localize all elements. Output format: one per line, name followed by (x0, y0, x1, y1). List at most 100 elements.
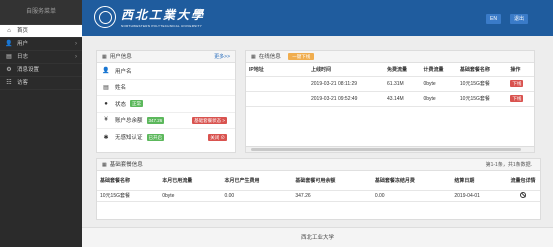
panel-header: ▦ 在线信息 一键下线 (246, 51, 534, 63)
sidebar-item-visitor[interactable]: ☷ 访客 (0, 77, 82, 90)
noauth-row: ✱ 无感知认证 已开启 关闭 ⊘ (97, 129, 235, 146)
package-status-button[interactable]: 基础套餐状态 > (192, 116, 227, 124)
ip-cell (246, 91, 308, 107)
visitor-icon: ☷ (6, 80, 12, 86)
col-header: 流量包详情 (506, 171, 540, 191)
university-logo: 西北工業大學 NORTHWESTERN POLYTECHNICAL UNIVER… (94, 6, 205, 28)
info-icon: ● (104, 100, 108, 107)
panel-header: ▦ 用户信息 更多>> (97, 51, 235, 63)
asterisk-icon: ✱ (103, 134, 109, 141)
header: 西北工業大學 NORTHWESTERN POLYTECHNICAL UNIVER… (82, 0, 553, 36)
kick-offline-button[interactable]: 下线 (510, 95, 524, 102)
balance-badge: 347.26 (146, 116, 165, 124)
package-cell: 10元15G套餐 (456, 91, 508, 107)
sidebar-item-home[interactable]: ⌂ 首页 (0, 25, 82, 38)
table-header-row: 基础套餐名称 本月已用流量 本月已产生费用 基础套餐可用余额 基础套餐冻结月费 … (97, 171, 540, 191)
col-header: 基础套餐可用余额 (292, 171, 372, 191)
panel-title: 用户信息 (109, 54, 132, 60)
logout-all-button[interactable]: 一键下线 (288, 53, 315, 60)
frozen-cell: 0.00 (371, 190, 452, 202)
table-row: 2019-03-21 09:52:49 43.14M 0byte 10元15G套… (246, 91, 534, 107)
sidebar-title: 自服务菜单 (0, 0, 82, 25)
col-header: 操作 (507, 63, 534, 77)
table-row: 2019-03-21 08:11:29 61.31M 0byte 10元15G套… (246, 76, 534, 92)
sidebar-item-label: 日志 (17, 54, 29, 60)
user-icon: 👤 (102, 68, 110, 75)
more-link[interactable]: 更多>> (214, 51, 230, 63)
list-icon: ▤ (103, 84, 109, 91)
logo-subtitle: NORTHWESTERN POLYTECHNICAL UNIVERSITY (121, 24, 203, 28)
username-row: 👤 用户名 (97, 63, 235, 80)
col-header: 基础套餐名称 (97, 171, 160, 191)
col-header: 本月已产生费用 (221, 171, 293, 191)
sidebar-item-user[interactable]: 👤 用户 › (0, 38, 82, 51)
status-label: 状态 (115, 101, 127, 108)
sidebar-item-label: 消息设置 (17, 67, 40, 73)
package-info-panel: ▦ 基础套餐信息 第1-1条，共1条数据. 基础套餐名称 本月已用流量 本月已产生… (96, 158, 541, 220)
doc-icon: ▤ (6, 54, 12, 60)
sidebar-item-label: 首页 (17, 28, 29, 34)
username-label: 用户名 (115, 68, 132, 75)
panel-title: 在线信息 (258, 54, 281, 60)
kick-offline-button[interactable]: 下线 (510, 80, 524, 87)
grid-icon: ▦ (251, 54, 256, 60)
sidebar-item-label: 访客 (17, 80, 29, 86)
logout-button[interactable]: 退出 (510, 14, 529, 24)
action-cell: 下线 (507, 91, 534, 107)
seal-icon (94, 6, 116, 28)
time-cell: 2019-03-21 08:11:29 (308, 76, 384, 92)
grid-icon: ▦ (102, 54, 107, 60)
col-header: 基础套餐冻结月费 (371, 171, 452, 191)
name-row: ▤ 姓名 (97, 80, 235, 96)
chevron-right-icon: › (75, 41, 77, 47)
name-label: 姓名 (115, 85, 127, 92)
noauth-label: 无感知认证 (115, 135, 143, 142)
billed-cell: 0byte (420, 91, 457, 107)
col-header: 免费流量 (384, 63, 421, 77)
time-cell: 2019-03-21 09:52:49 (308, 91, 384, 107)
scrollbar-thumb[interactable] (251, 148, 521, 151)
home-icon: ⌂ (7, 28, 11, 34)
package-name-cell: 10元15G套餐 (97, 190, 160, 202)
col-header: 计费流量 (420, 63, 457, 77)
col-header: 基础套餐名称 (456, 63, 508, 77)
billed-cell: 0byte (420, 76, 457, 92)
user-info-panel: ▦ 用户信息 更多>> 👤 用户名 ▤ 姓名 ● 状态 正常 ¥ 账户总余额 34… (96, 50, 236, 153)
footer: 西北工业大学 (82, 227, 553, 247)
col-header: 结算日期 (451, 171, 506, 191)
sidebar-item-log[interactable]: ▤ 日志 › (0, 51, 82, 64)
col-header: 本月已用流量 (159, 171, 222, 191)
available-cell: 347.26 (292, 190, 372, 202)
balance-label: 账户总余额 (115, 118, 143, 125)
col-header: 上线时间 (308, 63, 384, 77)
ip-cell (246, 76, 308, 92)
sidebar-item-message-settings[interactable]: ⚙ 消息设置 (0, 64, 82, 77)
package-table: 基础套餐名称 本月已用流量 本月已产生费用 基础套餐可用余额 基础套餐冻结月费 … (97, 171, 540, 202)
package-cell: 10元15G套餐 (456, 76, 508, 92)
detail-cell (506, 190, 540, 202)
online-info-panel: ▦ 在线信息 一键下线 IP地址 上线时间 免费流量 计费流量 基础套餐名称 操作… (245, 50, 535, 153)
ban-icon[interactable] (520, 191, 526, 198)
free-cell: 43.14M (384, 91, 421, 107)
language-button[interactable]: EN (486, 14, 501, 24)
sidebar: 自服务菜单 ⌂ 首页 👤 用户 › ▤ 日志 › ⚙ 消息设置 ☷ 访客 (0, 0, 82, 247)
used-cell: 0byte (159, 190, 222, 202)
gear-icon: ⚙ (6, 67, 12, 73)
yen-icon: ¥ (104, 117, 108, 124)
status-row: ● 状态 正常 (97, 96, 235, 113)
user-icon: 👤 (5, 41, 13, 47)
noauth-close-button[interactable]: 关闭 ⊘ (208, 133, 227, 141)
sidebar-item-label: 用户 (17, 41, 29, 47)
balance-row: ¥ 账户总余额 347.26 基础套餐状态 > (97, 113, 235, 129)
pagination-summary: 第1-1条，共1条数据. (485, 162, 532, 168)
panel-header: ▦ 基础套餐信息 第1-1条，共1条数据. (97, 159, 540, 171)
col-header: IP地址 (246, 63, 308, 77)
chevron-right-icon: › (75, 54, 77, 60)
table-row: 10元15G套餐 0byte 0.00 347.26 0.00 2019-04-… (97, 190, 540, 202)
table-header-row: IP地址 上线时间 免费流量 计费流量 基础套餐名称 操作 (246, 63, 534, 77)
horizontal-scrollbar[interactable] (246, 146, 534, 152)
grid-icon: ▦ (102, 162, 107, 168)
date-cell: 2019-04-01 (451, 190, 506, 202)
action-cell: 下线 (507, 76, 534, 92)
free-cell: 61.31M (384, 76, 421, 92)
